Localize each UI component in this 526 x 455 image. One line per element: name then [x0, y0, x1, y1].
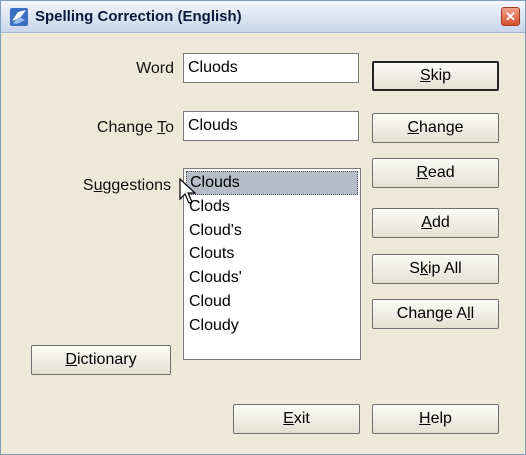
add-button[interactable]: Add	[372, 208, 499, 238]
skip-button[interactable]: Skip	[372, 61, 499, 91]
spelling-app-icon	[10, 8, 28, 26]
list-item[interactable]: Clouts	[186, 242, 358, 266]
change-button[interactable]: Change	[372, 113, 499, 143]
help-button[interactable]: Help	[372, 404, 499, 434]
change-to-label: Change To	[96, 119, 174, 136]
word-field[interactable]	[183, 53, 359, 83]
spelling-correction-dialog: Spelling Correction (English) ✕ Word Cha…	[0, 0, 526, 455]
list-item[interactable]: Clods	[186, 195, 358, 219]
suggestions-list[interactable]: Clouds Clods Cloud's Clouts Clouds' Clou…	[183, 168, 361, 360]
change-all-button[interactable]: Change All	[372, 299, 499, 329]
list-item[interactable]: Clouds'	[186, 266, 358, 290]
list-item[interactable]: Clouds	[186, 171, 358, 195]
list-item[interactable]: Cloudy	[186, 314, 358, 338]
window-title: Spelling Correction (English)	[35, 8, 242, 25]
dictionary-button[interactable]: Dictionary	[31, 345, 171, 375]
exit-button[interactable]: Exit	[233, 404, 360, 434]
read-button[interactable]: Read	[372, 158, 499, 188]
list-item[interactable]: Cloud's	[186, 219, 358, 243]
title-bar[interactable]: Spelling Correction (English) ✕	[1, 1, 525, 33]
change-to-field[interactable]	[183, 111, 359, 141]
skip-all-button[interactable]: Skip All	[372, 254, 499, 284]
suggestions-label: Suggestions	[82, 177, 171, 194]
list-item[interactable]: Cloud	[186, 290, 358, 314]
word-label: Word	[136, 60, 174, 77]
close-icon[interactable]: ✕	[501, 7, 520, 26]
mouse-pointer-icon	[179, 177, 197, 204]
